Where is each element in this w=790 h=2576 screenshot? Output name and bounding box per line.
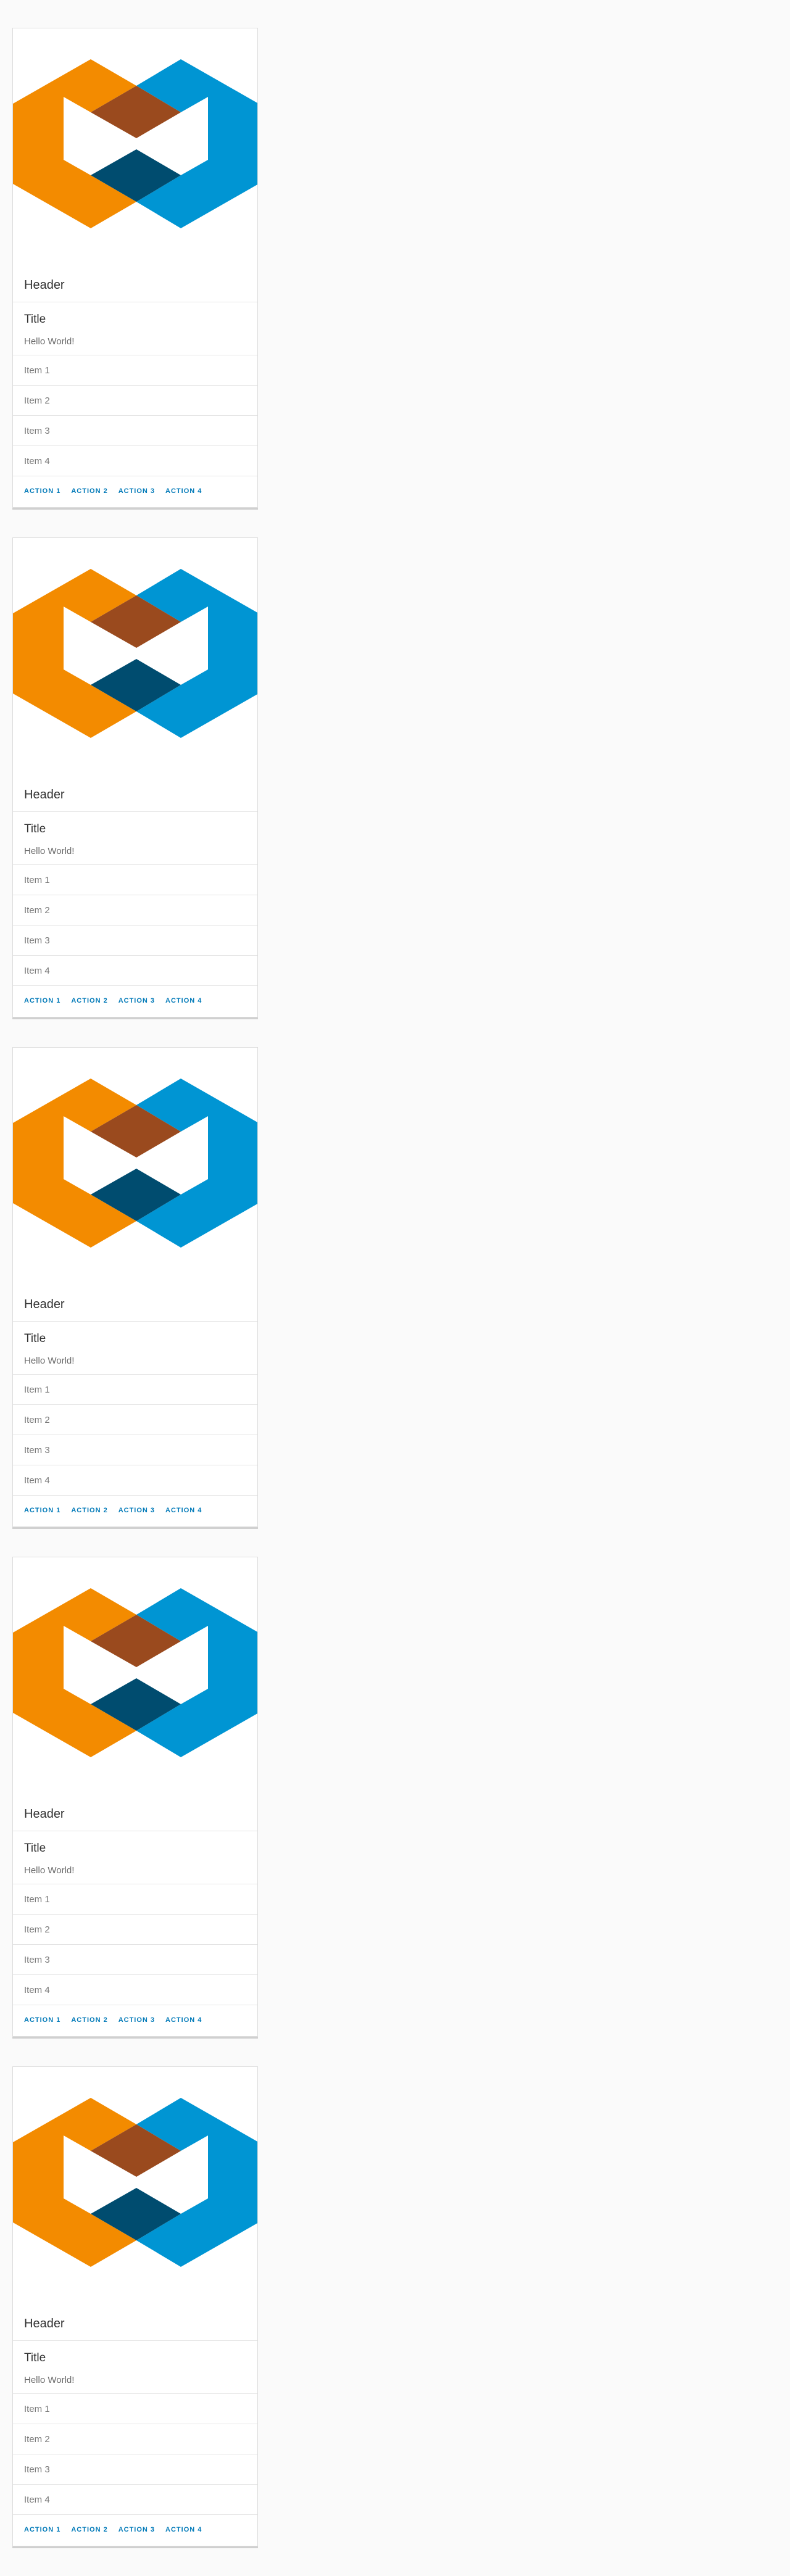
card-media	[13, 1557, 257, 1798]
list-item: Item 1	[13, 1884, 257, 1915]
card-2: Header Title Hello World! Item 1 Item 2 It…	[12, 537, 258, 1017]
card-header: Header	[13, 1288, 257, 1322]
action-4-button[interactable]: ACTION 4	[165, 2016, 202, 2024]
hexagon-logo-icon	[13, 59, 257, 228]
card-text: Hello World!	[24, 1356, 75, 1366]
list-item: Item 2	[13, 386, 257, 416]
action-2-button[interactable]: ACTION 2	[71, 997, 107, 1004]
card-header: Header	[13, 779, 257, 812]
action-3-button[interactable]: ACTION 3	[118, 997, 155, 1004]
card-3: Header Title Hello World! Item 1 Item 2 It…	[12, 1047, 258, 1527]
card-footer: ACTION 1 ACTION 2 ACTION 3 ACTION 4	[13, 2515, 257, 2544]
card-media	[13, 28, 257, 269]
card-footer: ACTION 1 ACTION 2 ACTION 3 ACTION 4	[13, 986, 257, 1015]
card-header-text: Header	[24, 1807, 65, 1821]
card-title: Title	[24, 1842, 46, 1855]
hexagon-logo-icon	[13, 2098, 257, 2267]
card-text: Hello World!	[24, 1865, 75, 1876]
card-text: Hello World!	[24, 2375, 75, 2385]
card-header-text: Header	[24, 2317, 65, 2330]
action-1-button[interactable]: ACTION 1	[24, 2016, 60, 2024]
card-media	[13, 2067, 257, 2308]
card-4: Header Title Hello World! Item 1 Item 2 It…	[12, 1557, 258, 2037]
list-item: Item 2	[13, 1915, 257, 1945]
list-item: Item 2	[13, 1405, 257, 1435]
card-title: Title	[24, 822, 46, 835]
list-item: Item 3	[13, 416, 257, 446]
action-1-button[interactable]: ACTION 1	[24, 487, 60, 495]
card-block: Title Hello World!	[13, 2341, 257, 2394]
card-title: Title	[24, 2351, 46, 2364]
action-3-button[interactable]: ACTION 3	[118, 2016, 155, 2024]
card-header-text: Header	[24, 788, 65, 801]
action-2-button[interactable]: ACTION 2	[71, 1507, 107, 1514]
card-block: Title Hello World!	[13, 1322, 257, 1375]
action-4-button[interactable]: ACTION 4	[165, 487, 202, 495]
list-item: Item 4	[13, 2485, 257, 2515]
card-list: Item 1 Item 2 Item 3 Item 4	[13, 1884, 257, 2005]
list-item: Item 4	[13, 446, 257, 476]
list-item: Item 3	[13, 1435, 257, 1465]
list-item: Item 4	[13, 1465, 257, 1496]
action-4-button[interactable]: ACTION 4	[165, 1507, 202, 1514]
card-header: Header	[13, 269, 257, 302]
list-item: Item 4	[13, 1975, 257, 2005]
card-title: Title	[24, 313, 46, 326]
card-footer: ACTION 1 ACTION 2 ACTION 3 ACTION 4	[13, 1496, 257, 1525]
action-1-button[interactable]: ACTION 1	[24, 997, 60, 1004]
action-3-button[interactable]: ACTION 3	[118, 2526, 155, 2533]
card-list: Item 1 Item 2 Item 3 Item 4	[13, 355, 257, 476]
card-list: Item 1 Item 2 Item 3 Item 4	[13, 1375, 257, 1496]
card-header-text: Header	[24, 278, 65, 292]
card-header: Header	[13, 1798, 257, 1831]
action-3-button[interactable]: ACTION 3	[118, 487, 155, 495]
hexagon-logo-icon	[13, 569, 257, 738]
card-text: Hello World!	[24, 846, 75, 856]
card-header: Header	[13, 2308, 257, 2341]
card-block: Title Hello World!	[13, 1831, 257, 1884]
card-stack: Header Title Hello World! Item 1 Item 2 It…	[12, 28, 259, 2576]
card-header-text: Header	[24, 1298, 65, 1311]
card-footer: ACTION 1 ACTION 2 ACTION 3 ACTION 4	[13, 2005, 257, 2034]
action-2-button[interactable]: ACTION 2	[71, 487, 107, 495]
hexagon-logo-icon	[13, 1588, 257, 1757]
action-3-button[interactable]: ACTION 3	[118, 1507, 155, 1514]
list-item: Item 3	[13, 1945, 257, 1975]
action-1-button[interactable]: ACTION 1	[24, 1507, 60, 1514]
list-item: Item 2	[13, 2424, 257, 2454]
list-item: Item 3	[13, 2454, 257, 2485]
card-text: Hello World!	[24, 336, 75, 347]
list-item: Item 1	[13, 1375, 257, 1405]
card-title: Title	[24, 1332, 46, 1345]
card-footer: ACTION 1 ACTION 2 ACTION 3 ACTION 4	[13, 476, 257, 505]
card-block: Title Hello World!	[13, 812, 257, 865]
card-block: Title Hello World!	[13, 302, 257, 355]
action-4-button[interactable]: ACTION 4	[165, 997, 202, 1004]
list-item: Item 1	[13, 355, 257, 386]
card-5: Header Title Hello World! Item 1 Item 2 It…	[12, 2066, 258, 2546]
list-item: Item 1	[13, 865, 257, 895]
card-media	[13, 538, 257, 779]
action-1-button[interactable]: ACTION 1	[24, 2526, 60, 2533]
card-1: Header Title Hello World! Item 1 Item 2 It…	[12, 28, 258, 508]
list-item: Item 1	[13, 2394, 257, 2424]
action-2-button[interactable]: ACTION 2	[71, 2016, 107, 2024]
list-item: Item 4	[13, 956, 257, 986]
action-4-button[interactable]: ACTION 4	[165, 2526, 202, 2533]
card-list: Item 1 Item 2 Item 3 Item 4	[13, 2394, 257, 2515]
list-item: Item 3	[13, 926, 257, 956]
list-item: Item 2	[13, 895, 257, 926]
hexagon-logo-icon	[13, 1079, 257, 1248]
card-list: Item 1 Item 2 Item 3 Item 4	[13, 865, 257, 986]
card-media	[13, 1048, 257, 1288]
action-2-button[interactable]: ACTION 2	[71, 2526, 107, 2533]
